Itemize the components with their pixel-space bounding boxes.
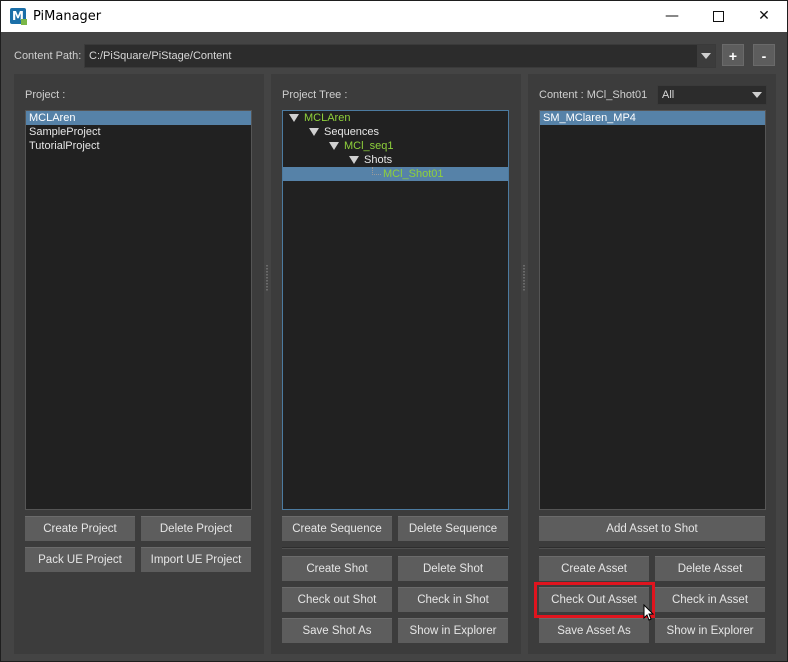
- delete-project-button[interactable]: Delete Project: [141, 516, 251, 541]
- content-panel: Content : MCl_Shot01 All SM_MClaren_MP4 …: [528, 74, 776, 654]
- content-path-combo[interactable]: C:/PiSquare/PiStage/Content: [84, 44, 716, 68]
- expand-arrow-icon[interactable]: [329, 142, 339, 150]
- save-shot-as-button[interactable]: Save Shot As: [282, 618, 392, 643]
- mouse-cursor-icon: [643, 604, 655, 621]
- splitter-handle[interactable]: [523, 265, 525, 291]
- create-shot-button[interactable]: Create Shot: [282, 556, 392, 581]
- chevron-down-icon: [752, 92, 762, 98]
- expand-arrow-icon[interactable]: [309, 128, 319, 136]
- content-list[interactable]: SM_MClaren_MP4: [539, 110, 766, 510]
- content-filter-dropdown[interactable]: [748, 86, 766, 104]
- pimanager-logo-icon: M: [10, 8, 27, 25]
- expand-arrow-icon[interactable]: [289, 114, 299, 122]
- tree-node-label: Shots: [364, 154, 393, 166]
- content-path-dropdown[interactable]: [697, 45, 715, 67]
- tree-branch-line: [372, 167, 381, 175]
- add-asset-to-shot-button[interactable]: Add Asset to Shot: [539, 516, 765, 541]
- remove-path-button[interactable]: -: [753, 44, 775, 66]
- highlight-box: [534, 582, 655, 618]
- project-item[interactable]: TutorialProject: [26, 139, 251, 153]
- project-tree-panel: Project Tree : MCLAren Sequences MCl_seq…: [271, 74, 521, 654]
- minimize-icon: —: [665, 8, 679, 24]
- show-asset-in-explorer-button[interactable]: Show in Explorer: [655, 618, 765, 643]
- asset-item[interactable]: SM_MClaren_MP4: [540, 111, 765, 125]
- project-tree-label: Project Tree :: [282, 89, 348, 101]
- tree-node-sequences[interactable]: Sequences: [283, 125, 508, 139]
- project-tree[interactable]: MCLAren Sequences MCl_seq1 Shots MCl_Sho…: [282, 110, 509, 510]
- check-in-asset-button[interactable]: Check in Asset: [655, 587, 765, 612]
- tree-node-shot[interactable]: MCl_Shot01: [283, 167, 508, 181]
- title-bar: M PiManager — ✕: [1, 1, 787, 32]
- close-button[interactable]: ✕: [741, 1, 787, 32]
- divider: [539, 547, 765, 549]
- pimanager-window: M PiManager — ✕ Content Path: C:/PiSquar…: [0, 0, 788, 662]
- create-project-button[interactable]: Create Project: [25, 516, 135, 541]
- tree-node-label: MCLAren: [304, 112, 351, 124]
- project-item[interactable]: MCLAren: [26, 111, 251, 125]
- add-path-button[interactable]: +: [722, 44, 744, 66]
- content-filter-combo[interactable]: All: [657, 85, 767, 105]
- project-list[interactable]: MCLAren SampleProject TutorialProject: [25, 110, 252, 510]
- save-asset-as-button[interactable]: Save Asset As: [539, 618, 649, 643]
- create-sequence-button[interactable]: Create Sequence: [282, 516, 392, 541]
- tree-node-label: MCl_Shot01: [383, 168, 444, 180]
- create-asset-button[interactable]: Create Asset: [539, 556, 649, 581]
- tree-node-label: Sequences: [324, 126, 380, 138]
- project-panel: Project : MCLAren SampleProject Tutorial…: [14, 74, 264, 654]
- delete-asset-button[interactable]: Delete Asset: [655, 556, 765, 581]
- close-icon: ✕: [758, 8, 770, 24]
- project-label: Project :: [25, 89, 66, 101]
- minimize-button[interactable]: —: [649, 1, 695, 32]
- chevron-down-icon: [701, 53, 711, 59]
- content-label: Content : MCl_Shot01: [539, 89, 648, 101]
- pack-ue-project-button[interactable]: Pack UE Project: [25, 547, 135, 572]
- check-in-shot-button[interactable]: Check in Shot: [398, 587, 508, 612]
- check-out-shot-button[interactable]: Check out Shot: [282, 587, 392, 612]
- tree-node-sequence[interactable]: MCl_seq1: [283, 139, 508, 153]
- content-path-label: Content Path:: [14, 50, 82, 62]
- import-ue-project-button[interactable]: Import UE Project: [141, 547, 251, 572]
- maximize-icon: [712, 10, 724, 22]
- maximize-button[interactable]: [695, 1, 741, 32]
- tree-node-label: MCl_seq1: [344, 140, 394, 152]
- window-title: PiManager: [33, 9, 102, 24]
- delete-shot-button[interactable]: Delete Shot: [398, 556, 508, 581]
- tree-node-project[interactable]: MCLAren: [283, 111, 508, 125]
- expand-arrow-icon[interactable]: [349, 156, 359, 164]
- show-shot-in-explorer-button[interactable]: Show in Explorer: [398, 618, 508, 643]
- project-item[interactable]: SampleProject: [26, 125, 251, 139]
- tree-node-shots[interactable]: Shots: [283, 153, 508, 167]
- divider: [282, 547, 509, 549]
- content-filter-value: All: [662, 89, 675, 101]
- splitter-handle[interactable]: [266, 265, 268, 291]
- delete-sequence-button[interactable]: Delete Sequence: [398, 516, 508, 541]
- content-path-value: C:/PiSquare/PiStage/Content: [89, 50, 232, 62]
